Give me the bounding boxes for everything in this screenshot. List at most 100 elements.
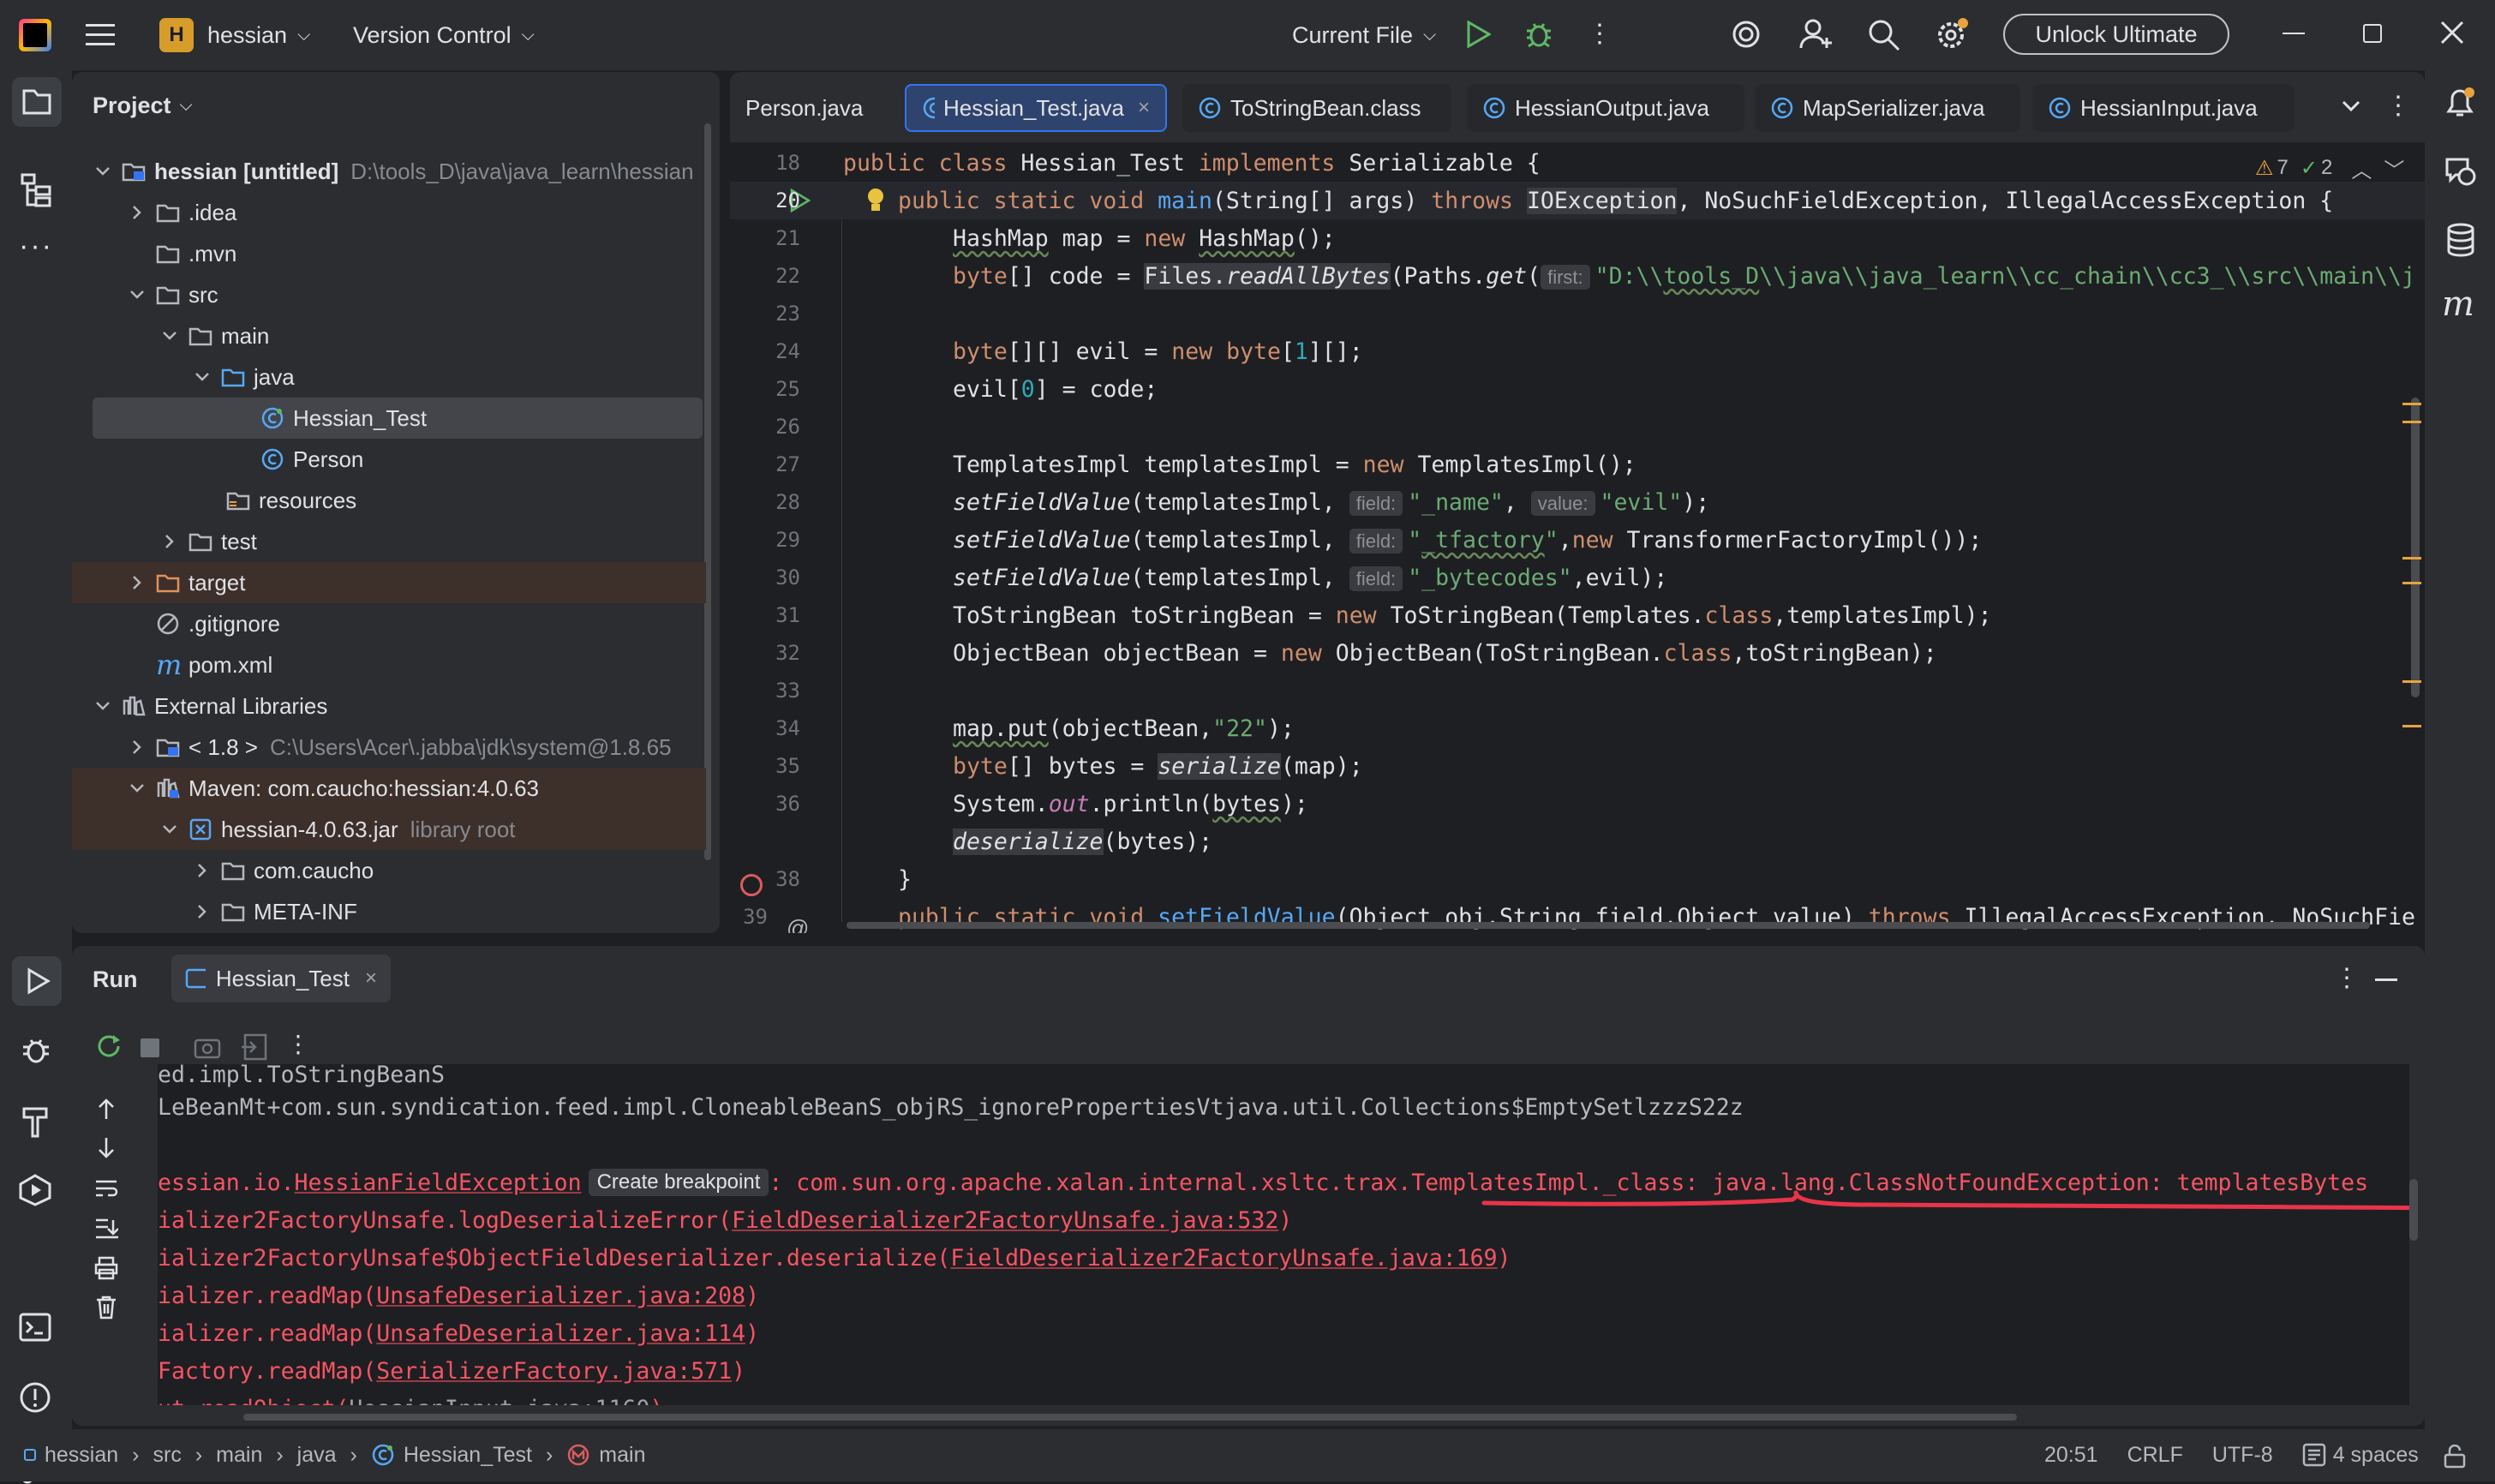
console-horizontal-scrollbar[interactable] [243, 1414, 2017, 1421]
close-tab-icon[interactable]: × [1138, 96, 1150, 120]
maven-icon[interactable]: m [2442, 284, 2474, 324]
tree-item-src[interactable]: src [72, 274, 706, 315]
warning-stripe-mark[interactable] [2402, 680, 2421, 683]
tree-item-idea[interactable]: .idea [72, 192, 706, 233]
tree-item-target[interactable]: target [72, 562, 706, 603]
console-output[interactable]: ed.impl.ToStringBeanS LeBeanMt+com.sun.s… [158, 1064, 2409, 1405]
version-control-menu[interactable]: Version Control ⌵ [353, 15, 535, 55]
code-editor[interactable]: 18 public class Hessian_Test implements … [730, 144, 2425, 933]
tree-item-java[interactable]: java [72, 356, 706, 398]
database-icon[interactable] [2445, 223, 2476, 257]
tab-hessian-test-java[interactable]: Hessian_Test.java × [905, 84, 1167, 132]
tree-item-external-libraries[interactable]: External Libraries [72, 685, 706, 727]
tree-item-person[interactable]: Person [72, 439, 706, 480]
tree-item-mvn[interactable]: .mvn [72, 233, 706, 274]
rerun-icon[interactable] [94, 1032, 123, 1061]
tree-item-maven-hessian[interactable]: Maven: com.caucho:hessian:4.0.63 [72, 768, 706, 809]
stack-frame-link[interactable]: HessianInput.java:1160 [349, 1396, 649, 1406]
project-selector[interactable]: H hessian ⌵ [159, 15, 310, 55]
editor-more-icon[interactable]: ⋮ [2385, 91, 2411, 121]
close-tab-icon[interactable]: × [365, 966, 377, 990]
breadcrumb-item[interactable]: Hessian_Test [404, 1443, 532, 1468]
run-tool-button[interactable] [12, 956, 62, 1006]
tree-item-meta-inf[interactable]: META-INF [72, 891, 706, 932]
tree-item-gitignore[interactable]: .gitignore [72, 603, 706, 644]
build-hammer-icon[interactable] [21, 1104, 51, 1138]
ai-chat-icon[interactable] [2444, 154, 2478, 188]
caret-position[interactable]: 20:51 [2044, 1443, 2098, 1468]
search-icon[interactable] [1868, 19, 1900, 51]
console-vertical-scrollbar[interactable] [2409, 1179, 2418, 1241]
tree-item-test[interactable]: test [72, 521, 706, 562]
run-icon[interactable] [1465, 21, 1491, 48]
services-icon[interactable] [19, 1174, 51, 1206]
problems-icon[interactable] [19, 1381, 51, 1414]
run-tab-hessian-test[interactable]: Hessian_Test × [171, 954, 391, 1002]
main-menu-icon[interactable] [86, 22, 115, 48]
ai-assistant-icon[interactable] [1731, 19, 1762, 50]
jdk-folder-icon [156, 739, 180, 757]
breadcrumb-item[interactable]: main [216, 1443, 262, 1468]
breadcrumb-item[interactable]: java [297, 1443, 337, 1468]
screenshot-icon[interactable] [194, 1035, 221, 1059]
unlock-ultimate-button[interactable]: Unlock Ultimate [2003, 14, 2229, 55]
stack-frame-link[interactable]: SerializerFactory.java:571 [376, 1358, 732, 1385]
tab-mapserializer-java[interactable]: MapSerializer.java [1755, 84, 2020, 132]
tab-list-chevron-icon[interactable] [2341, 98, 2361, 115]
readonly-lock-icon[interactable] [2444, 1445, 2466, 1469]
clear-trash-icon[interactable] [96, 1296, 117, 1319]
stack-frame-link[interactable]: UnsafeDeserializer.java:208 [376, 1283, 745, 1309]
stack-frame-link[interactable]: UnsafeDeserializer.java:114 [376, 1320, 745, 1347]
add-user-icon[interactable] [1799, 17, 1834, 51]
print-icon[interactable] [94, 1256, 118, 1280]
tree-item-com-caucho[interactable]: com.caucho [72, 850, 706, 891]
indent-setting[interactable]: 4 spaces [2333, 1443, 2419, 1468]
project-tool-button[interactable] [12, 77, 62, 127]
status-widgets: 20:51 CRLF UTF-8 4 spaces [2044, 1441, 2419, 1469]
minimize-icon[interactable] [2283, 33, 2305, 34]
tree-item-hessian-jar[interactable]: hessian-4.0.63.jar library root [72, 809, 706, 850]
stop-icon[interactable] [141, 1038, 159, 1057]
tree-item-main[interactable]: main [72, 315, 706, 356]
hide-panel-icon[interactable] [2375, 978, 2397, 981]
tree-item-jdk[interactable]: < 1.8 > C:\Users\Acer\.jabba\jdk\system@… [72, 727, 706, 768]
editor-vertical-scrollbar[interactable] [2411, 398, 2420, 697]
file-encoding[interactable]: UTF-8 [2212, 1443, 2273, 1468]
more-actions-icon[interactable]: ⋮ [1587, 19, 1612, 49]
run-toolbar-more-icon[interactable]: ⋮ [286, 1030, 310, 1058]
tree-item-pom[interactable]: m pom.xml [72, 644, 706, 685]
run-config-selector[interactable]: Current File ⌵ [1292, 15, 1436, 55]
tree-item-hessian-root[interactable]: hessian [untitled] D:\tools_D\java\java_… [72, 151, 706, 192]
structure-icon[interactable] [21, 173, 53, 207]
tab-hessianoutput-java[interactable]: HessianOutput.java [1467, 84, 1744, 132]
tab-hessianinput-java[interactable]: HessianInput.java [2032, 84, 2295, 132]
warning-stripe-mark[interactable] [2402, 725, 2421, 727]
scroll-up-icon[interactable] [96, 1097, 117, 1121]
close-window-icon[interactable] [2440, 21, 2464, 45]
editor-horizontal-scrollbar[interactable] [847, 922, 2370, 929]
exit-icon[interactable] [240, 1033, 267, 1061]
run-more-icon[interactable]: ⋮ [2334, 963, 2360, 993]
more-tools-icon[interactable]: ··· [19, 230, 53, 263]
tab-person-java[interactable]: Person.java [730, 84, 878, 132]
scroll-to-end-icon[interactable] [94, 1217, 118, 1241]
line-separator[interactable]: CRLF [2127, 1443, 2183, 1468]
debug-icon[interactable] [1523, 19, 1554, 50]
stack-frame-link[interactable]: FieldDeserializer2FactoryUnsafe.java:169 [950, 1245, 1497, 1272]
breadcrumb-item[interactable]: main [599, 1443, 645, 1468]
notifications-bell-icon[interactable] [2444, 86, 2476, 120]
settings-gear-icon[interactable] [1935, 17, 1969, 51]
breadcrumb-item[interactable]: src [153, 1443, 182, 1468]
warning-stripe-mark[interactable] [2402, 557, 2421, 584]
breadcrumb-item[interactable]: hessian [45, 1443, 118, 1468]
scroll-down-icon[interactable] [96, 1136, 117, 1160]
tree-item-resources[interactable]: resources [72, 480, 706, 521]
tree-label: target [188, 569, 246, 595]
warning-stripe-mark[interactable] [2402, 403, 2421, 423]
soft-wrap-icon[interactable] [94, 1177, 118, 1201]
terminal-icon[interactable] [19, 1313, 51, 1342]
maximize-icon[interactable] [2363, 24, 2382, 43]
tree-item-hessian-test[interactable]: Hessian_Test [93, 398, 703, 439]
debug-tool-icon[interactable] [21, 1035, 51, 1066]
tab-tostringbean-class[interactable]: ToStringBean.class [1182, 84, 1451, 132]
